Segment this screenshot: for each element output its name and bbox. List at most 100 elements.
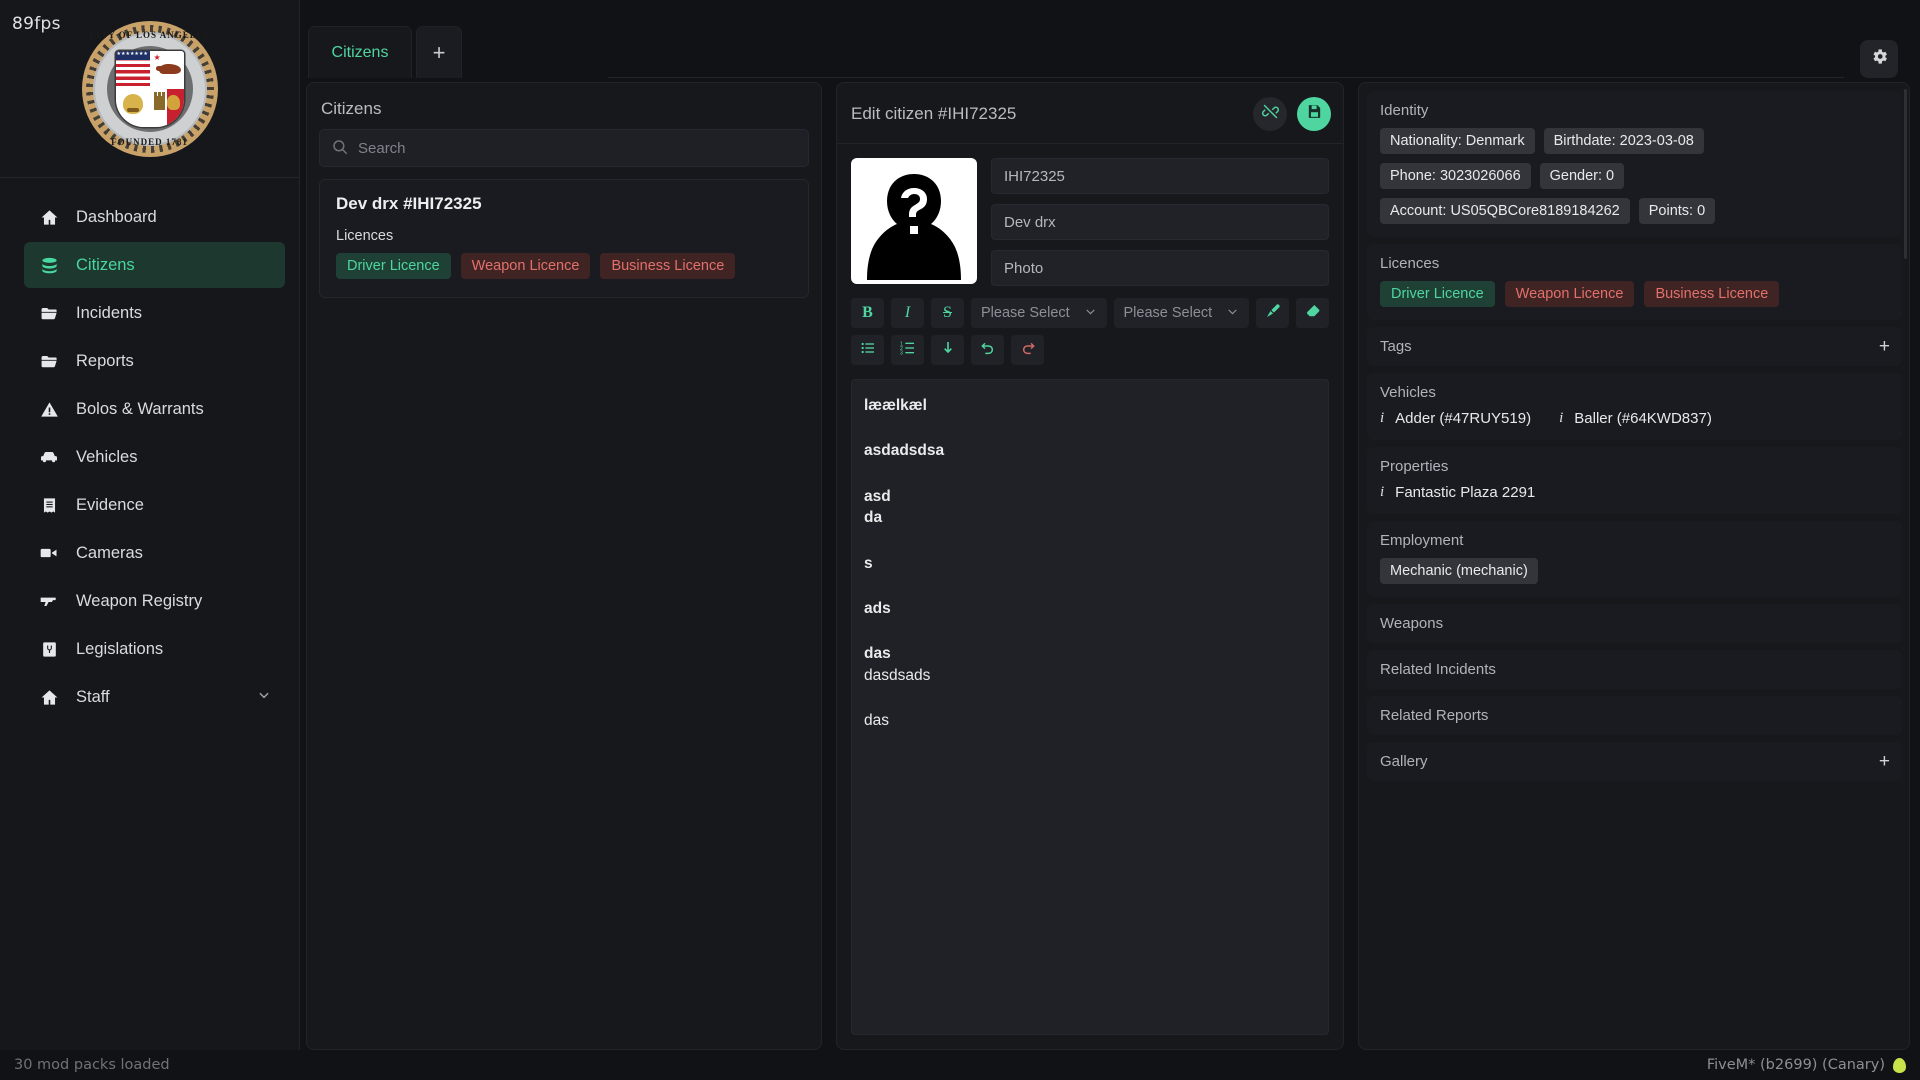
bullet-list-icon: [860, 340, 876, 361]
sidebar: CITY OF LOS ANGELES FOUNDED 1781 ★ Dashb…: [0, 0, 300, 1051]
sidebar-item-dashboard[interactable]: Dashboard: [24, 194, 285, 240]
identity-phone: Phone: 3023026066: [1380, 163, 1531, 189]
status-bar: 30 mod packs loaded FiveM* (b2699) (Cana…: [0, 1050, 1920, 1080]
rich-text-editor[interactable]: læælkæl asdadsdsa asd da s ads das dasds…: [851, 379, 1329, 1035]
numbered-list-icon: 123: [900, 340, 916, 361]
licence-chip-business[interactable]: Business Licence: [600, 253, 735, 279]
toolbar-row-2: 123: [851, 335, 1329, 365]
citizen-name: Dev drx #IHI72325: [336, 194, 792, 214]
tags-title: Tags: [1380, 338, 1889, 355]
search-input[interactable]: [319, 129, 809, 167]
sidebar-item-legislations[interactable]: Legislations: [24, 626, 285, 672]
strikethrough-button[interactable]: S: [931, 298, 964, 328]
citizens-panel: Citizens Dev drx #IHI72325 Licences Driv…: [306, 82, 822, 1050]
licence-chip-weapon[interactable]: Weapon Licence: [461, 253, 591, 279]
licence-chip-driver[interactable]: Driver Licence: [336, 253, 451, 279]
vehicle-label: Baller (#64KWD837): [1574, 410, 1712, 427]
vehicle-label: Adder (#47RUY519): [1395, 410, 1531, 427]
identity-gender: Gender: 0: [1540, 163, 1625, 189]
italic-button[interactable]: I: [891, 298, 924, 328]
eraser-button[interactable]: [1296, 298, 1329, 328]
identity-items-2: Phone: 3023026066 Gender: 0: [1380, 163, 1889, 189]
save-button[interactable]: [1297, 97, 1331, 131]
editor-paragraph: das: [864, 644, 1316, 663]
detail-licence-driver[interactable]: Driver Licence: [1380, 281, 1495, 307]
sidebar-item-incidents[interactable]: Incidents: [24, 290, 285, 336]
sidebar-item-reports[interactable]: Reports: [24, 338, 285, 384]
sidebar-item-citizens[interactable]: Citizens: [24, 242, 285, 288]
bullet-list-button[interactable]: [851, 335, 884, 365]
employment-item: Mechanic (mechanic): [1380, 558, 1538, 584]
properties-list: i Fantastic Plaza 2291: [1380, 484, 1889, 501]
sidebar-item-label: Reports: [76, 352, 271, 371]
citizen-list-item[interactable]: Dev drx #IHI72325 Licences Driver Licenc…: [319, 179, 809, 298]
related-incidents-title: Related Incidents: [1380, 661, 1889, 678]
indent-button[interactable]: [931, 335, 964, 365]
settings-button[interactable]: [1860, 40, 1898, 78]
fps-counter: 89fps: [12, 14, 61, 34]
add-gallery-button[interactable]: +: [1879, 752, 1890, 771]
property-item[interactable]: i Fantastic Plaza 2291: [1380, 484, 1535, 501]
citizen-detail-panel: Identity Nationality: Denmark Birthdate:…: [1358, 82, 1910, 1050]
editor-paragraph: da: [864, 508, 1316, 527]
sidebar-item-label: Vehicles: [76, 448, 271, 467]
numbered-list-button[interactable]: 123: [891, 335, 924, 365]
folder-icon: [38, 352, 60, 371]
weapons-title: Weapons: [1380, 615, 1889, 632]
bold-button[interactable]: B: [851, 298, 884, 328]
sidebar-item-cameras[interactable]: Cameras: [24, 530, 285, 576]
licences-title: Licences: [1380, 255, 1889, 272]
sidebar-item-label: Bolos & Warrants: [76, 400, 271, 419]
tab-strip: Citizens +: [300, 0, 1920, 78]
detail-scrollbar[interactable]: [1904, 89, 1907, 259]
sidebar-item-label: Citizens: [76, 256, 271, 275]
car-icon: [38, 447, 60, 467]
undo-button[interactable]: [971, 335, 1004, 365]
font-select[interactable]: Please Select: [971, 298, 1107, 328]
sidebar-item-label: Evidence: [76, 496, 271, 515]
related-reports-title: Related Reports: [1380, 707, 1889, 724]
warning-icon: [38, 400, 60, 419]
employment-list: Mechanic (mechanic): [1380, 558, 1889, 584]
citizens-panel-title: Citizens: [307, 83, 821, 129]
avatar[interactable]: [851, 158, 977, 284]
vehicle-item[interactable]: i Adder (#47RUY519): [1380, 410, 1531, 427]
pear-icon: [1893, 1058, 1906, 1073]
brush-button[interactable]: [1256, 298, 1289, 328]
gallery-section: Gallery +: [1367, 742, 1902, 781]
detail-licence-business[interactable]: Business Licence: [1644, 281, 1779, 307]
sidebar-nav: Dashboard Citizens Incidents Reports: [0, 178, 299, 720]
citizen-id-field[interactable]: IHI72325: [991, 158, 1329, 194]
vehicles-title: Vehicles: [1380, 384, 1889, 401]
add-tab-button[interactable]: +: [416, 26, 462, 78]
info-icon: i: [1380, 484, 1384, 501]
toolbar-row-1: B I S Please Select Please Select: [851, 298, 1329, 328]
chevron-down-icon: [1226, 305, 1239, 322]
tags-section: Tags +: [1367, 327, 1902, 366]
editor-paragraph: læælkæl: [864, 396, 1316, 415]
sidebar-item-staff[interactable]: Staff: [24, 674, 285, 720]
photo-field[interactable]: Photo: [991, 250, 1329, 286]
size-select[interactable]: Please Select: [1114, 298, 1250, 328]
add-tag-button[interactable]: +: [1879, 337, 1890, 356]
identity-birthdate: Birthdate: 2023-03-08: [1544, 128, 1704, 154]
vehicle-item[interactable]: i Baller (#64KWD837): [1559, 410, 1712, 427]
sidebar-item-evidence[interactable]: Evidence: [24, 482, 285, 528]
edit-citizen-panel: Edit citizen #IHI72325: [836, 82, 1344, 1050]
sidebar-item-weapon-registry[interactable]: Weapon Registry: [24, 578, 285, 624]
database-icon: [38, 256, 60, 275]
folder-icon: [38, 304, 60, 323]
detail-licence-weapon[interactable]: Weapon Licence: [1505, 281, 1635, 307]
citizen-name-field[interactable]: Dev drx: [991, 204, 1329, 240]
property-label: Fantastic Plaza 2291: [1395, 484, 1535, 501]
sidebar-item-bolos-warrants[interactable]: Bolos & Warrants: [24, 386, 285, 432]
unlink-button[interactable]: [1253, 97, 1287, 131]
size-select-value: Please Select: [1124, 305, 1213, 321]
tab-citizens[interactable]: Citizens: [308, 26, 412, 78]
editor-paragraph: dasdsads: [864, 666, 1316, 685]
svg-text:3: 3: [900, 350, 903, 355]
redo-button[interactable]: [1011, 335, 1044, 365]
sidebar-item-vehicles[interactable]: Vehicles: [24, 434, 285, 480]
employment-title: Employment: [1380, 532, 1889, 549]
top-tab-bar: Citizens +: [300, 0, 1920, 78]
